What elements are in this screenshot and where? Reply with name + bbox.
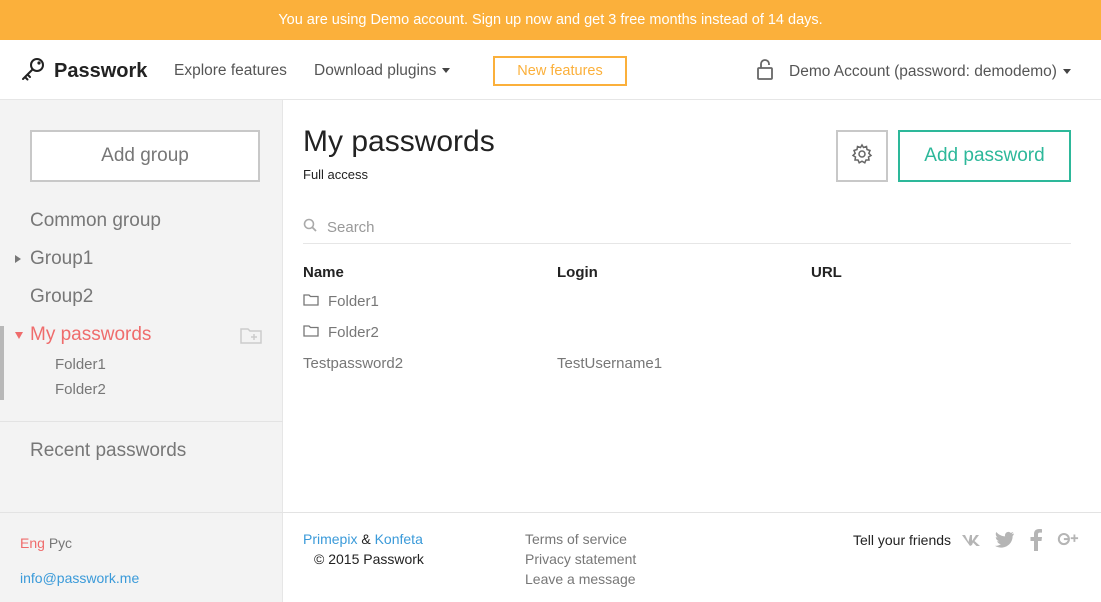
access-level: Full access	[303, 167, 369, 182]
row-name-cell: Folder1	[303, 293, 379, 310]
tell-friends-label: Tell your friends	[853, 532, 952, 548]
add-group-label: Add group	[101, 145, 189, 166]
row-name: Folder1	[328, 293, 379, 310]
terms-link[interactable]: Terms of service	[525, 529, 636, 549]
lang-eng-link[interactable]: Eng	[20, 535, 45, 551]
table-row[interactable]: Folder1	[303, 293, 1071, 317]
ampersand: &	[361, 531, 371, 547]
sidebar: Add group Common group Group1 Group2 My …	[0, 100, 283, 512]
sidebar-divider	[0, 421, 283, 422]
table-row[interactable]: Testpassword2 TestUsername1	[303, 355, 1071, 379]
row-name: Testpassword2	[303, 355, 404, 372]
vk-icon[interactable]	[961, 529, 983, 551]
row-name-cell: Folder2	[303, 324, 379, 341]
logo[interactable]: Passwork	[20, 56, 147, 87]
search-icon	[303, 218, 317, 237]
new-features-button[interactable]: New features	[493, 56, 627, 86]
top-navbar: Passwork Explore features Download plugi…	[0, 40, 1101, 100]
add-password-label: Add password	[924, 145, 1045, 166]
column-header-url[interactable]: URL	[811, 264, 842, 281]
row-name: Folder2	[328, 324, 379, 341]
search-bar[interactable]	[303, 212, 1071, 244]
settings-button[interactable]	[836, 130, 888, 182]
folder-icon	[303, 293, 319, 310]
main-footer: Primepix & Konfeta © 2015 Passwork Terms…	[283, 512, 1101, 602]
sidebar-item-group2[interactable]: Group2	[30, 286, 93, 308]
logo-text: Passwork	[54, 60, 148, 82]
row-name-cell: Testpassword2	[303, 355, 403, 372]
demo-banner-text[interactable]: You are using Demo account. Sign up now …	[278, 12, 822, 28]
demo-banner[interactable]: You are using Demo account. Sign up now …	[0, 0, 1101, 40]
sidebar-item-common-group[interactable]: Common group	[30, 210, 161, 232]
table-row[interactable]: Folder2	[303, 324, 1071, 348]
add-password-button[interactable]: Add password	[898, 130, 1071, 182]
caret-down-icon	[442, 68, 451, 74]
account-menu[interactable]: Demo Account (password: demodemo)	[755, 58, 1071, 85]
copyright: © 2015 Passwork	[314, 551, 424, 567]
expand-arrow-icon[interactable]	[15, 255, 21, 263]
share-section: Tell your friends	[853, 529, 1079, 551]
sidebar-item-my-passwords[interactable]: My passwords	[30, 324, 151, 346]
konfeta-link[interactable]: Konfeta	[375, 531, 423, 547]
account-label: Demo Account (password: demodemo)	[789, 62, 1057, 80]
search-input[interactable]	[327, 219, 1027, 236]
key-icon	[20, 56, 46, 87]
leave-message-link[interactable]: Leave a message	[525, 569, 636, 589]
active-indicator	[0, 326, 4, 400]
google-plus-icon[interactable]	[1057, 529, 1079, 551]
explore-features-link[interactable]: Explore features	[174, 62, 287, 80]
download-plugins-dropdown[interactable]: Download plugins	[314, 62, 451, 80]
lang-rus-link[interactable]: Рус	[49, 535, 72, 551]
language-switcher: Eng Рус	[20, 535, 72, 551]
credits: Primepix & Konfeta © 2015 Passwork	[303, 529, 424, 569]
sidebar-subfolder-folder2[interactable]: Folder2	[55, 381, 106, 398]
download-plugins-label: Download plugins	[314, 62, 437, 79]
folder-icon	[303, 324, 319, 341]
privacy-link[interactable]: Privacy statement	[525, 549, 636, 569]
caret-down-icon	[1062, 68, 1071, 74]
twitter-icon[interactable]	[993, 529, 1015, 551]
contact-email-link[interactable]: info@passwork.me	[20, 570, 139, 586]
column-header-login[interactable]: Login	[557, 264, 598, 281]
sidebar-item-group1[interactable]: Group1	[30, 248, 93, 270]
facebook-icon[interactable]	[1025, 529, 1047, 551]
primepix-link[interactable]: Primepix	[303, 531, 357, 547]
gear-icon	[851, 143, 873, 170]
sidebar-footer: Eng Рус info@passwork.me	[0, 512, 283, 602]
new-features-label: New features	[517, 63, 603, 79]
collapse-arrow-icon[interactable]	[15, 332, 23, 339]
sidebar-item-recent-passwords[interactable]: Recent passwords	[30, 440, 186, 462]
add-group-button[interactable]: Add group	[30, 130, 260, 182]
unlock-icon	[755, 58, 775, 85]
add-folder-icon[interactable]	[240, 326, 262, 349]
row-login-cell: TestUsername1	[557, 355, 662, 372]
page-title: My passwords	[303, 125, 495, 158]
row-login: TestUsername1	[557, 355, 663, 372]
legal-links: Terms of service Privacy statement Leave…	[525, 529, 636, 589]
column-header-name[interactable]: Name	[303, 264, 344, 281]
sidebar-subfolder-folder1[interactable]: Folder1	[55, 356, 106, 373]
